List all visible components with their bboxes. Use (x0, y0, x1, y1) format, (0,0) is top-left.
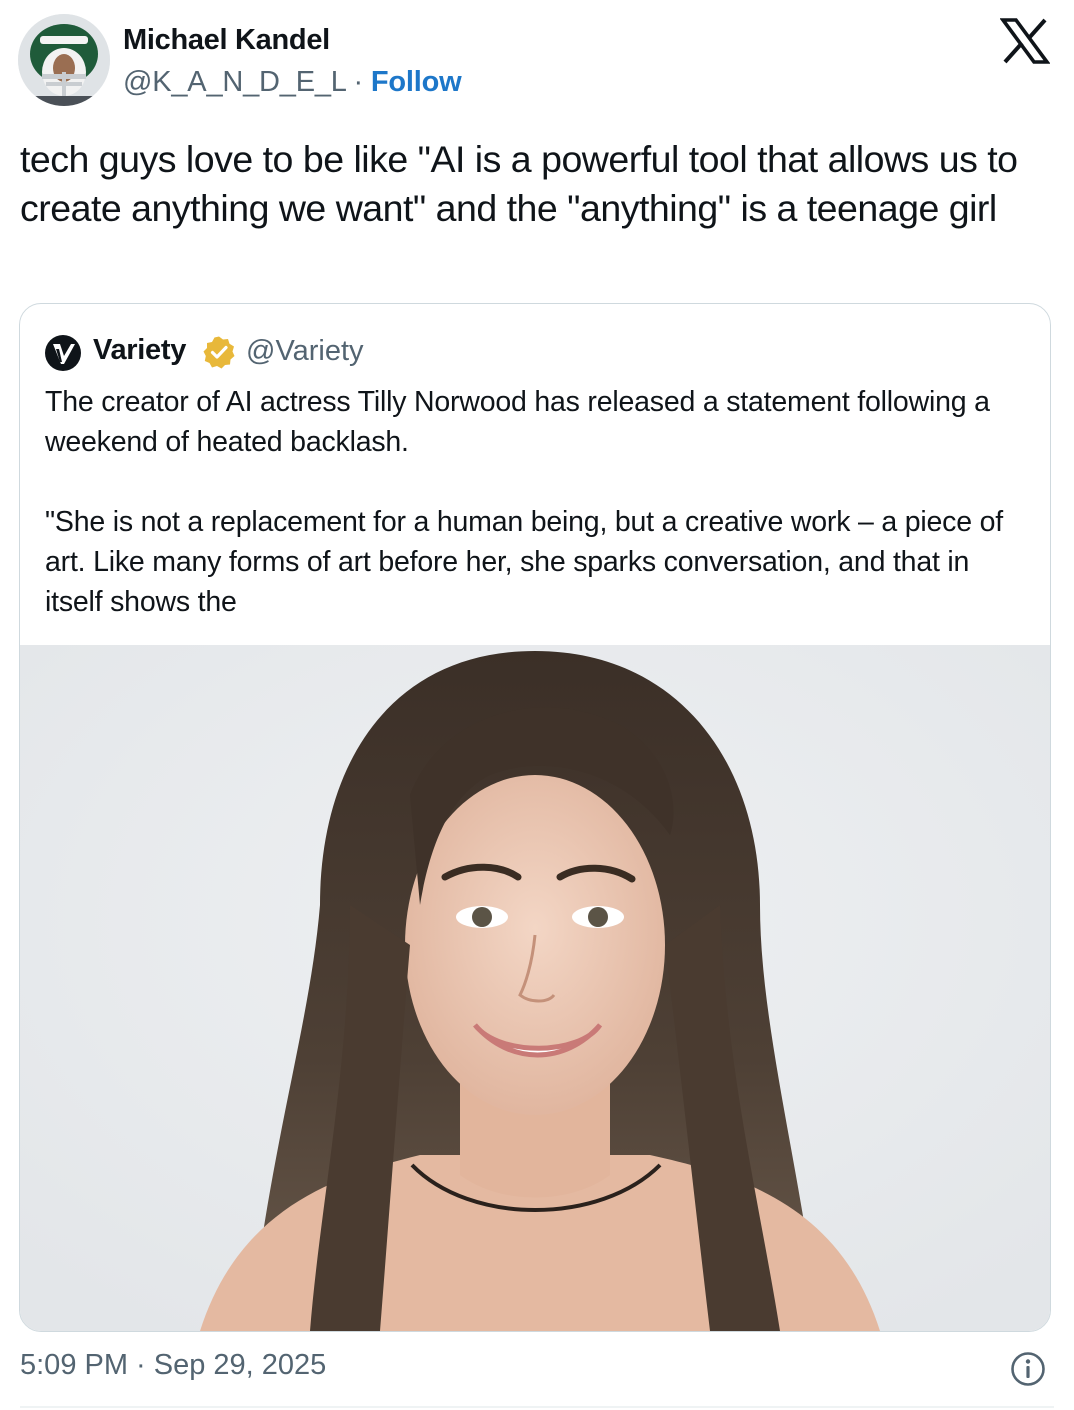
quoted-paragraph-1: The creator of AI actress Tilly Norwood … (45, 386, 990, 458)
handle-separator: · (353, 66, 371, 98)
tweet-timestamp[interactable]: 5:09 PM · Sep 29, 2025 (20, 1349, 326, 1382)
quoted-author-name[interactable]: Variety (93, 334, 186, 367)
author-name[interactable]: Michael Kandel (123, 24, 330, 57)
quoted-tweet-card[interactable]: Variety @Variety The creator of AI actre… (19, 303, 1051, 1332)
quoted-tweet-photo[interactable] (20, 645, 1050, 1331)
verified-badge-icon (203, 336, 235, 369)
author-handle[interactable]: @K_A_N_D_E_L (123, 66, 346, 98)
avatar-image (18, 14, 110, 106)
tweet-text: tech guys love to be like "AI is a power… (20, 138, 1018, 229)
info-icon[interactable] (1010, 1351, 1046, 1387)
x-logo-icon[interactable] (1000, 18, 1050, 64)
author-avatar[interactable] (18, 14, 110, 106)
author-handle-row: @K_A_N_D_E_L · Follow (123, 66, 462, 99)
quoted-paragraph-2: "She is not a replacement for a human be… (45, 506, 1003, 618)
tweet-embed: Michael Kandel @K_A_N_D_E_L · Follow tec… (0, 0, 1074, 1410)
quoted-tweet-text: The creator of AI actress Tilly Norwood … (45, 382, 1025, 622)
bottom-divider (20, 1406, 1054, 1408)
quoted-author-handle[interactable]: @Variety (246, 335, 364, 368)
variety-logo-icon (45, 335, 81, 371)
follow-button[interactable]: Follow (371, 66, 462, 98)
